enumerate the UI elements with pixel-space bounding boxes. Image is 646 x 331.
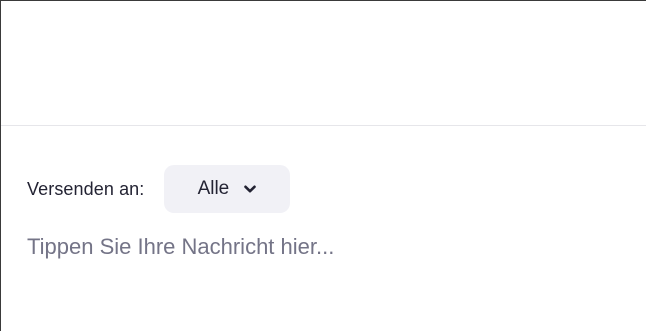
chat-compose-area: Versenden an: Alle xyxy=(1,126,646,331)
send-to-label: Versenden an: xyxy=(27,178,145,199)
chat-panel: Versenden an: Alle xyxy=(0,0,646,331)
recipient-dropdown[interactable]: Alle xyxy=(164,165,291,213)
chat-messages-area xyxy=(1,1,646,126)
message-input[interactable] xyxy=(27,229,607,265)
recipient-selected-value: Alle xyxy=(197,178,230,199)
chevron-down-icon xyxy=(243,182,257,196)
send-to-row: Versenden an: Alle xyxy=(27,165,291,213)
